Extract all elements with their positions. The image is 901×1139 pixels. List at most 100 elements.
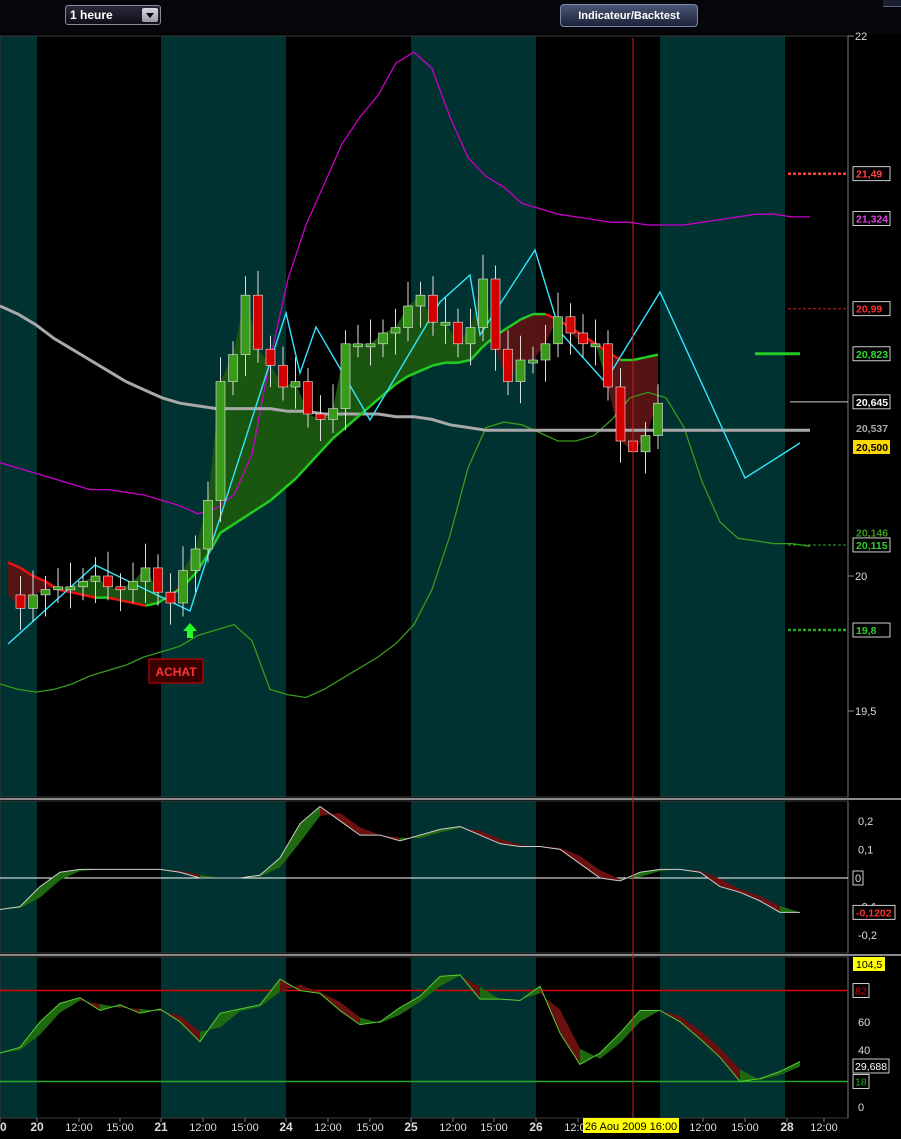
candle-body <box>278 365 288 388</box>
y-tick-label: 22 <box>855 31 867 43</box>
candle-body <box>653 402 663 436</box>
stoch-fill <box>60 997 80 1013</box>
price-label: 20,99 <box>856 304 882 316</box>
candle-body <box>253 294 263 350</box>
ma-cloud-segment <box>283 381 296 490</box>
x-tick-label: 28 <box>780 1120 794 1134</box>
candle-body <box>365 343 376 348</box>
candle-body <box>90 575 101 582</box>
osc-tick-label: 0,2 <box>858 816 873 828</box>
osc-fill <box>580 855 600 878</box>
candle-body <box>103 575 113 588</box>
stoch-fill <box>580 1048 600 1065</box>
stoch-fill <box>600 1033 620 1059</box>
candle-body <box>615 386 626 442</box>
candle-body <box>465 327 476 345</box>
x-tick-label: 25 <box>404 1120 418 1134</box>
session-band <box>411 36 536 797</box>
candle-body <box>228 354 238 382</box>
session-band <box>660 957 785 1118</box>
x-tick-label: 00 <box>0 1120 7 1134</box>
candle-body <box>140 567 151 582</box>
x-tick-label: 12:00 <box>189 1122 217 1134</box>
x-tick-label: 12:00 <box>689 1122 717 1134</box>
candle-body <box>565 316 576 334</box>
y-tick-label: 19,5 <box>855 706 876 718</box>
x-tick-label: 21 <box>154 1120 168 1134</box>
x-tick-label: 26 <box>529 1120 543 1134</box>
stoch-level-label: 82 <box>855 986 867 998</box>
candle-body <box>115 586 126 591</box>
candle-body <box>490 278 501 350</box>
x-tick-label: 15:00 <box>356 1122 384 1134</box>
session-band <box>660 801 785 953</box>
candle-body <box>353 343 363 348</box>
price-label: 20,500 <box>856 442 888 454</box>
x-tick-label: 12:00 <box>314 1122 342 1134</box>
osc-fill <box>300 806 320 843</box>
candle-body <box>378 332 388 345</box>
candle-body <box>503 348 513 382</box>
candle-body <box>603 343 613 388</box>
candle-body <box>40 589 51 596</box>
candle-body <box>553 316 563 345</box>
y-tick-label: 20 <box>855 571 867 583</box>
candle-body <box>28 594 38 609</box>
stoch-tick-label: 40 <box>858 1045 870 1057</box>
x-tick-label: 15:00 <box>480 1122 508 1134</box>
candle-body <box>165 591 176 604</box>
candle-body <box>478 278 488 328</box>
candle-body <box>640 435 651 453</box>
candle-body <box>53 586 63 591</box>
candle-body <box>340 343 351 409</box>
candle-body <box>240 294 251 355</box>
x-tick-label: 12:00 <box>439 1122 467 1134</box>
price-label: 20,115 <box>856 540 888 552</box>
session-band <box>161 957 286 1118</box>
candle-body <box>190 548 201 571</box>
osc-tick-label: -0,2 <box>858 930 877 942</box>
candle-body <box>528 359 538 364</box>
price-label: 20,823 <box>856 349 888 361</box>
candle-body <box>128 581 138 590</box>
chart-svg[interactable]: 22 20 19,5 21,49 21,324 20,99 20,823 20,645 20,5… <box>0 0 901 1139</box>
candle-body <box>265 348 276 366</box>
ma-cloud-segment <box>358 343 371 417</box>
candle-body <box>403 305 413 328</box>
price-label: 21,49 <box>856 169 882 181</box>
stoch-top-label: 104,5 <box>856 959 882 971</box>
x-tick-label: 20 <box>30 1120 44 1134</box>
x-tick-label: 15:00 <box>106 1122 134 1134</box>
ma-cloud-segment <box>258 349 271 509</box>
stoch-fill <box>340 1001 360 1025</box>
session-band <box>411 801 536 953</box>
cursor-date-label: 26 Aou 2009 16:00 <box>585 1121 677 1133</box>
ma-cloud-segment <box>433 322 446 366</box>
candle-body <box>515 359 526 382</box>
stoch-fill <box>620 1010 640 1044</box>
stoch-current-value: 29,688 <box>855 1061 887 1073</box>
candle-body <box>303 381 313 415</box>
price-label: 19,8 <box>856 625 877 637</box>
candle-body <box>78 581 88 588</box>
x-tick-label: 15:00 <box>731 1122 759 1134</box>
stoch-fill <box>640 1010 660 1022</box>
candle-body <box>153 567 163 593</box>
x-tick-label: 12:00 <box>810 1122 838 1134</box>
x-tick-label: 24 <box>279 1120 293 1134</box>
stoch-tick-label: 60 <box>858 1017 870 1029</box>
candle-body <box>578 332 588 345</box>
candle-body <box>440 321 451 326</box>
candle-body <box>390 327 401 334</box>
candle-body <box>453 321 463 345</box>
signal-label: ACHAT <box>155 665 197 679</box>
candle-body <box>315 413 326 420</box>
price-label: 21,324 <box>856 214 888 226</box>
x-tick-label: 15:00 <box>231 1122 259 1134</box>
candle-body <box>290 381 301 388</box>
candle-body <box>15 594 26 609</box>
candle-body <box>65 586 76 591</box>
session-band <box>660 36 785 797</box>
price-label: 20,645 <box>856 397 888 409</box>
candle-body <box>215 381 226 501</box>
